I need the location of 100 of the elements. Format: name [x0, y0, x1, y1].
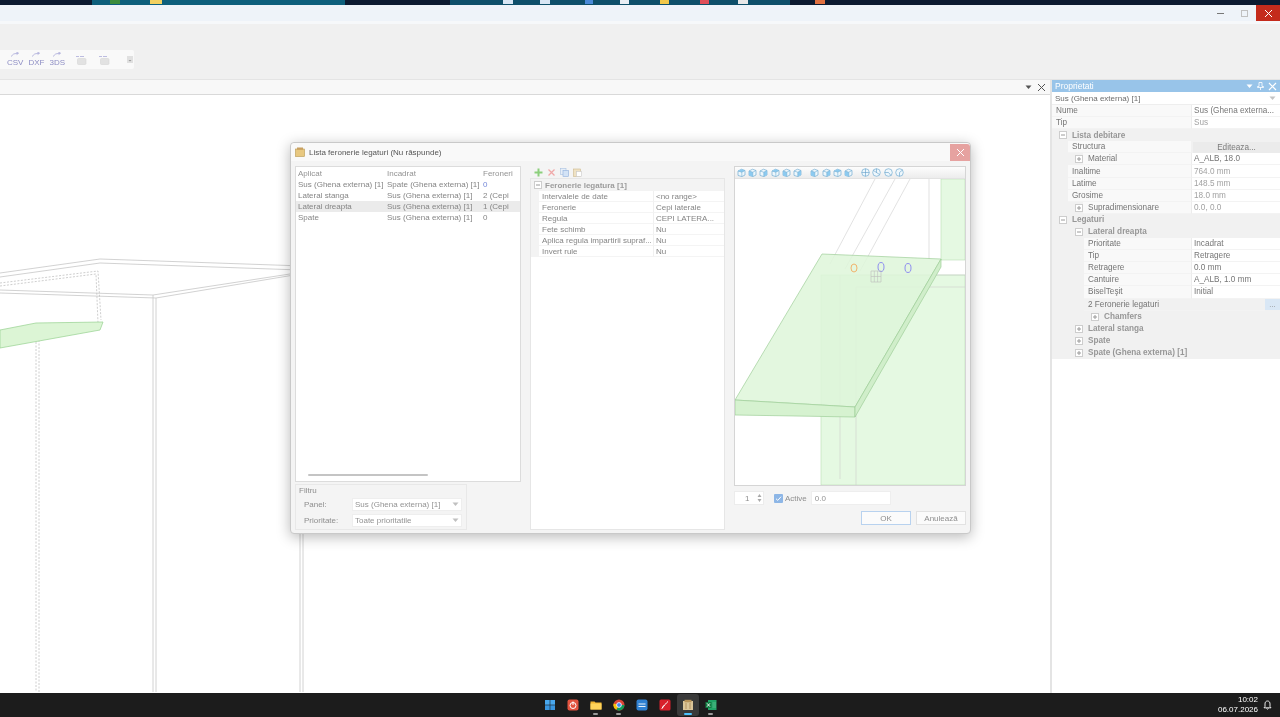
- property-label: Invert rule: [539, 246, 653, 257]
- box-icon: [295, 147, 305, 157]
- property-label: Material: [1083, 153, 1191, 166]
- box-icon: [98, 54, 110, 65]
- checkbox-label: Active: [785, 493, 807, 503]
- cube-icon[interactable]: [843, 168, 853, 177]
- close-icon[interactable]: [1037, 82, 1046, 92]
- minus-box-icon[interactable]: [1059, 215, 1067, 224]
- taskbar-button[interactable]: [676, 694, 699, 716]
- table-cell-text: 0: [483, 180, 489, 189]
- delete-icon[interactable]: [547, 167, 556, 177]
- table-cell-text: Sus (Ghena externa) [1]: [387, 213, 474, 222]
- field-label: Prioritate:: [304, 515, 340, 525]
- box-icon: [681, 699, 694, 711]
- property-label: Tip: [1084, 250, 1191, 263]
- list-row[interactable]: Lateral stanga Sus (Ghena externa) [1] 2 (Cepi: [296, 190, 520, 201]
- plus-box-icon[interactable]: [1075, 348, 1083, 357]
- pin-icon[interactable]: [1257, 82, 1264, 90]
- sphere-icon[interactable]: [872, 168, 882, 177]
- plus-box-icon[interactable]: [1075, 336, 1083, 345]
- property-label: Fete schimb: [539, 224, 653, 235]
- cube-icon[interactable]: [792, 168, 802, 177]
- plus-box-icon[interactable]: [1091, 312, 1099, 321]
- plus-box-icon[interactable]: [1075, 324, 1083, 333]
- field-label: Panel:: [304, 499, 328, 509]
- horizontal-scrollbar[interactable]: [308, 474, 428, 476]
- pen-stroke-icon: [658, 699, 671, 711]
- list-row[interactable]: Sus (Ghena externa) [1] Spate (Ghena externa) [1] 0: [296, 179, 520, 190]
- table-cell-text: 0: [483, 213, 489, 222]
- cube-icon[interactable]: [832, 168, 842, 177]
- property-label: Regula: [539, 213, 653, 224]
- text-field[interactable]: 0.0: [810, 491, 891, 505]
- group-title: Filtru: [299, 486, 317, 496]
- ok-button[interactable]: OK: [861, 511, 911, 525]
- column-header[interactable]: Incadrat: [387, 169, 483, 178]
- property-label: Tip: [1052, 117, 1191, 130]
- notification-bell-icon[interactable]: [1263, 700, 1272, 710]
- column-header[interactable]: Feroneri: [483, 169, 520, 178]
- copy-icon[interactable]: [560, 167, 569, 177]
- caret-icon[interactable]: [1025, 84, 1032, 90]
- property-value: Nu: [653, 224, 724, 235]
- dropdown[interactable]: Sus (Ghena externa) [1]: [352, 497, 462, 511]
- minus-box-icon[interactable]: [1075, 228, 1083, 236]
- dropdown[interactable]: Toate prioritatile: [352, 513, 462, 527]
- cube-icon[interactable]: [770, 168, 780, 177]
- table-cell-text: Sus (Ghena externa) [1]: [298, 180, 385, 189]
- close-button[interactable]: [1256, 5, 1280, 21]
- category-row[interactable]: Lista debitare: [1052, 129, 1280, 142]
- cube-icon[interactable]: [810, 168, 820, 177]
- table-cell-text: 1 (Cepi: [483, 202, 510, 211]
- number-spinner[interactable]: 1: [734, 491, 764, 505]
- sphere-icon[interactable]: [894, 168, 904, 177]
- caret-icon: [452, 501, 459, 507]
- table-cell-text: Lateral stanga: [298, 191, 350, 200]
- maximize-icon: [1239, 8, 1249, 18]
- panel-title: Proprietati: [1055, 81, 1094, 91]
- group-row[interactable]: Feronerie legatura [1]: [531, 179, 724, 191]
- cancel-button[interactable]: Anulează: [916, 511, 966, 525]
- table-cell-text: Spate (Ghena externa) [1]: [387, 180, 481, 189]
- property-label: BiselTeşit: [1084, 286, 1191, 299]
- cube-icon[interactable]: [821, 168, 831, 177]
- property-value: Sus (Ghena externa...: [1191, 105, 1280, 118]
- checkbox[interactable]: [774, 493, 783, 503]
- export-button[interactable]: DXF: [27, 50, 46, 69]
- add-icon[interactable]: [534, 167, 543, 177]
- plus-box-icon[interactable]: [1075, 155, 1083, 164]
- sphere-icon[interactable]: [861, 168, 871, 177]
- cube-icon[interactable]: [781, 168, 791, 177]
- folder-icon: [589, 699, 602, 711]
- paste-icon[interactable]: [573, 167, 582, 177]
- curved-arrow-icon: [10, 52, 21, 57]
- property-value: Sus: [1191, 117, 1280, 130]
- minus-box-icon[interactable]: [1059, 131, 1067, 140]
- category-label: Spate (Ghena externa) [1]: [1088, 348, 1188, 358]
- sphere-icon[interactable]: [883, 168, 893, 177]
- export-button[interactable]: CSV: [6, 50, 25, 69]
- minus-box-icon[interactable]: [534, 181, 542, 189]
- group-label: Feronerie legatura [1]: [545, 180, 627, 190]
- curved-arrow-icon: [52, 52, 63, 57]
- category-label: Lista debitare: [1072, 130, 1126, 140]
- property-label: Prioritate: [1084, 238, 1191, 251]
- list-row[interactable]: Lateral dreapta Sus (Ghena externa) [1] 1 (Cepi: [296, 201, 520, 212]
- category-label: Lateral stanga: [1088, 324, 1144, 334]
- edit-button[interactable]: Editeaza...: [1193, 141, 1280, 153]
- box-icon: [75, 54, 87, 65]
- table-cell-text: Lateral dreapta: [298, 202, 353, 211]
- cube-icon[interactable]: [737, 168, 746, 177]
- clock-time: 10:02: [1237, 695, 1258, 705]
- property-value: 0.0 mm: [1191, 262, 1280, 275]
- property-value: 764.0 mm: [1191, 165, 1280, 178]
- list-row[interactable]: Spate Sus (Ghena externa) [1] 0: [296, 212, 520, 223]
- property-value: Incadrat: [1191, 238, 1280, 251]
- category-label: Legaturi: [1072, 215, 1105, 225]
- column-header[interactable]: Aplicat: [298, 169, 387, 178]
- cube-icon[interactable]: [759, 168, 769, 177]
- spreadsheet-icon: [704, 699, 717, 711]
- export-button[interactable]: 3DS: [48, 50, 66, 69]
- property-value: Initial: [1191, 286, 1280, 299]
- cube-icon[interactable]: [748, 168, 758, 177]
- curved-arrow-icon: [31, 52, 42, 57]
